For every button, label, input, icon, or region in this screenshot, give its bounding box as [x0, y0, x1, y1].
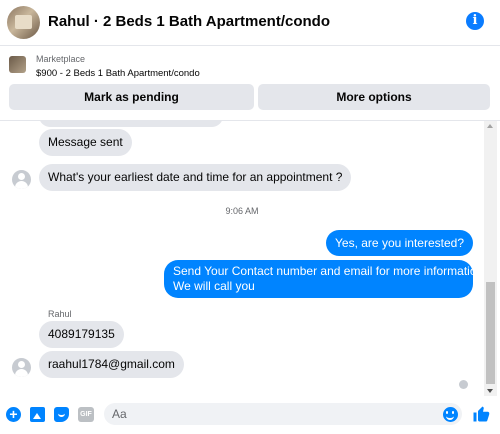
contact-avatar[interactable]: [12, 170, 31, 189]
scroll-down-arrow-icon[interactable]: [487, 389, 493, 393]
like-icon[interactable]: [472, 405, 490, 423]
message-input[interactable]: [104, 403, 462, 425]
emoji-icon[interactable]: [443, 407, 458, 422]
info-icon[interactable]: i: [466, 12, 484, 30]
message-timestamp: 9:06 AM: [225, 206, 259, 216]
message-bubble: Message sent: [39, 129, 132, 156]
scrollbar-thumb[interactable]: [486, 282, 495, 384]
contact-avatar[interactable]: [12, 358, 31, 377]
previous-message-bubble: [39, 121, 223, 127]
seen-indicator: [459, 380, 468, 389]
marketplace-panel: Marketplace $900 - 2 Beds 1 Bath Apartme…: [0, 47, 500, 121]
message-scrollbar[interactable]: [484, 121, 497, 396]
scroll-up-arrow-icon[interactable]: [487, 124, 493, 128]
conversation-title[interactable]: Rahul · 2 Beds 1 Bath Apartment/condo: [48, 13, 330, 30]
message-bubble: 4089179135: [39, 321, 124, 348]
message-thread: Message sent What's your earliest date a…: [0, 121, 500, 396]
message-composer: + GIF: [0, 396, 500, 434]
message-line: We will call you: [173, 279, 255, 293]
more-options-button[interactable]: More options: [258, 84, 490, 110]
sender-name: Rahul: [48, 309, 72, 319]
sticker-icon[interactable]: [54, 407, 69, 422]
message-bubble: What's your earliest date and time for a…: [39, 164, 352, 191]
gif-icon[interactable]: GIF: [78, 407, 94, 422]
mark-as-pending-button[interactable]: Mark as pending: [9, 84, 254, 110]
conversation-header: Rahul · 2 Beds 1 Bath Apartment/condo i: [0, 0, 500, 46]
marketplace-label: Marketplace: [36, 54, 86, 64]
listing-summary[interactable]: $900 - 2 Beds 1 Bath Apartment/condo: [36, 68, 200, 79]
plus-icon[interactable]: +: [6, 407, 21, 422]
listing-thumbnail[interactable]: [9, 56, 26, 73]
photo-icon[interactable]: [30, 407, 45, 422]
message-line: Send Your Contact number and email for m…: [173, 264, 484, 278]
sent-message-bubble: Yes, are you interested?: [326, 230, 473, 256]
sent-message-bubble: Send Your Contact number and email for m…: [164, 260, 484, 298]
listing-photo[interactable]: [7, 6, 40, 39]
message-bubble: raahul1784@gmail.com: [39, 351, 184, 378]
